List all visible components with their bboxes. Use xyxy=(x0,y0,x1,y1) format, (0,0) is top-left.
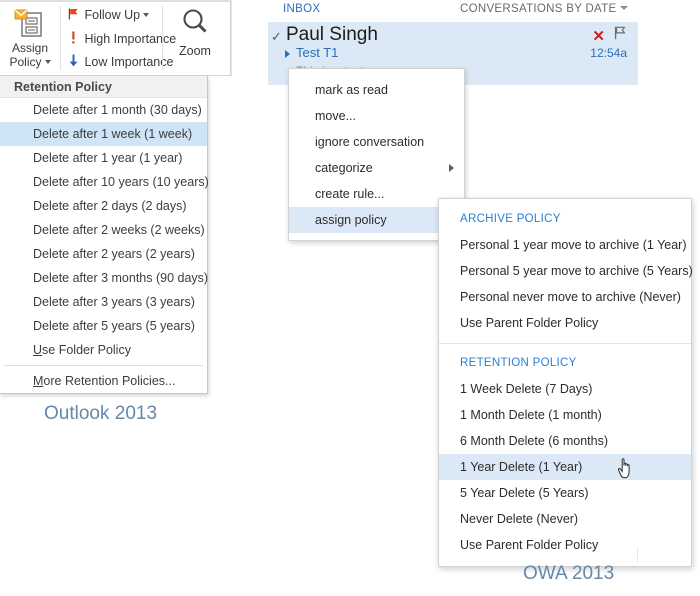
retention-policy-heading: RETENTION POLICY xyxy=(439,351,691,376)
menu-item-delete-1-year[interactable]: Delete after 1 year (1 year) xyxy=(0,146,207,170)
archive-policy-heading: ARCHIVE POLICY xyxy=(439,207,691,232)
close-icon[interactable]: ✕ xyxy=(592,27,605,45)
submenu-item-1-year-delete[interactable]: 1 Year Delete (1 Year) xyxy=(439,454,691,480)
context-item-move[interactable]: move... xyxy=(289,103,464,129)
owa-list-toolbar: INBOX CONVERSATIONS BY DATE xyxy=(268,0,638,22)
use-folder-policy-rest: se Folder Policy xyxy=(42,343,131,357)
owa-sender-name: Paul Singh xyxy=(286,24,378,46)
context-item-mark-as-read[interactable]: mark as read xyxy=(289,77,464,103)
menu-item-delete-5-years[interactable]: Delete after 5 years (5 years) xyxy=(0,314,207,338)
flag-outline-icon[interactable] xyxy=(614,26,626,45)
menu-item-delete-2-days[interactable]: Delete after 2 days (2 days) xyxy=(0,194,207,218)
submenu-item-1-month-delete[interactable]: 1 Month Delete (1 month) xyxy=(439,402,691,428)
ribbon-right-divider xyxy=(231,0,232,76)
mouse-cursor-pointing-hand xyxy=(616,455,636,481)
assign-policy-label-line2: Policy xyxy=(4,55,56,69)
outlook-ribbon: Assign Policy Follow Up High Importance … xyxy=(0,0,231,76)
arrow-down-icon xyxy=(66,54,81,70)
ribbon-separator-2 xyxy=(162,6,163,70)
submenu-divider xyxy=(439,343,691,344)
owa-assign-policy-submenu: ARCHIVE POLICY Personal 1 year move to a… xyxy=(438,198,692,567)
exclamation-icon xyxy=(66,31,81,47)
submenu-item-personal-5-year-archive[interactable]: Personal 5 year move to archive (5 Years… xyxy=(439,258,691,284)
more-policies-accelerator: M xyxy=(33,374,43,388)
assign-policy-icon xyxy=(13,6,47,40)
menu-item-delete-1-week[interactable]: Delete after 1 week (1 week) xyxy=(0,122,207,146)
follow-up-label: Follow Up xyxy=(84,8,140,22)
caption-outlook: Outlook 2013 xyxy=(44,403,157,425)
checkmark-icon: ✓ xyxy=(271,29,282,45)
menu-item-use-folder-policy[interactable]: Use Folder Policy xyxy=(0,338,207,362)
ribbon-separator-1 xyxy=(60,6,61,70)
submenu-item-retention-use-parent-folder-policy[interactable]: Use Parent Folder Policy xyxy=(439,532,691,558)
owa-sort-label: CONVERSATIONS BY DATE xyxy=(460,3,616,15)
zoom-label: Zoom xyxy=(179,44,211,58)
menu-item-delete-3-years[interactable]: Delete after 3 years (3 years) xyxy=(0,290,207,314)
chevron-down-icon[interactable] xyxy=(143,13,149,17)
assign-policy-label-line1: Assign xyxy=(4,41,56,55)
context-item-ignore-conversation[interactable]: ignore conversation xyxy=(289,129,464,155)
retention-policy-heading: Retention Policy xyxy=(0,76,207,98)
follow-up-button[interactable]: Follow Up xyxy=(66,8,149,23)
menu-item-delete-2-years[interactable]: Delete after 2 years (2 years) xyxy=(0,242,207,266)
submenu-item-6-month-delete[interactable]: 6 Month Delete (6 months) xyxy=(439,428,691,454)
menu-divider xyxy=(4,365,203,366)
high-importance-button[interactable]: High Importance xyxy=(66,31,176,47)
low-importance-button[interactable]: Low Importance xyxy=(66,54,173,70)
chevron-down-icon[interactable] xyxy=(620,6,628,10)
submenu-item-archive-use-parent-folder-policy[interactable]: Use Parent Folder Policy xyxy=(439,310,691,336)
owa-sort-selector[interactable]: CONVERSATIONS BY DATE xyxy=(460,3,628,15)
menu-item-delete-10-years[interactable]: Delete after 10 years (10 years) xyxy=(0,170,207,194)
submenu-item-personal-1-year-archive[interactable]: Personal 1 year move to archive (1 Year) xyxy=(439,232,691,258)
caption-owa: OWA 2013 xyxy=(523,563,614,585)
owa-folder-label[interactable]: INBOX xyxy=(283,3,320,15)
chevron-right-icon xyxy=(449,164,454,172)
owa-message-time: 12:54a xyxy=(590,46,627,60)
use-folder-policy-accelerator: U xyxy=(33,343,42,357)
more-policies-rest: ore Retention Policies... xyxy=(43,374,175,388)
zoom-button[interactable]: Zoom xyxy=(168,6,222,60)
screenshot-root: Assign Policy Follow Up High Importance … xyxy=(0,0,700,596)
menu-item-delete-2-weeks[interactable]: Delete after 2 weeks (2 weeks) xyxy=(0,218,207,242)
menu-item-delete-1-month[interactable]: Delete after 1 month (30 days) xyxy=(0,98,207,122)
submenu-item-personal-never-archive[interactable]: Personal never move to archive (Never) xyxy=(439,284,691,310)
menu-item-more-retention-policies[interactable]: More Retention Policies... xyxy=(0,369,207,393)
magnifier-icon xyxy=(168,6,222,42)
context-item-assign-policy-label: assign policy xyxy=(315,213,387,227)
outlook-retention-policy-menu: Retention Policy Delete after 1 month (3… xyxy=(0,76,208,394)
context-item-categorize-label: categorize xyxy=(315,161,373,175)
owa-message-subject[interactable]: Test T1 xyxy=(296,45,338,60)
expand-conversation-icon[interactable] xyxy=(285,50,290,58)
submenu-item-1-week-delete[interactable]: 1 Week Delete (7 Days) xyxy=(439,376,691,402)
chevron-down-icon[interactable] xyxy=(45,60,51,64)
menu-item-delete-3-months[interactable]: Delete after 3 months (90 days) xyxy=(0,266,207,290)
assign-policy-button[interactable]: Assign Policy xyxy=(4,4,56,74)
context-item-categorize[interactable]: categorize xyxy=(289,155,464,181)
owa-caption-guide xyxy=(637,548,638,562)
submenu-item-5-year-delete[interactable]: 5 Year Delete (5 Years) xyxy=(439,480,691,506)
submenu-item-never-delete[interactable]: Never Delete (Never) xyxy=(439,506,691,532)
low-importance-label: Low Importance xyxy=(84,55,173,69)
ribbon-top-border xyxy=(0,0,231,2)
flag-icon xyxy=(66,8,81,23)
